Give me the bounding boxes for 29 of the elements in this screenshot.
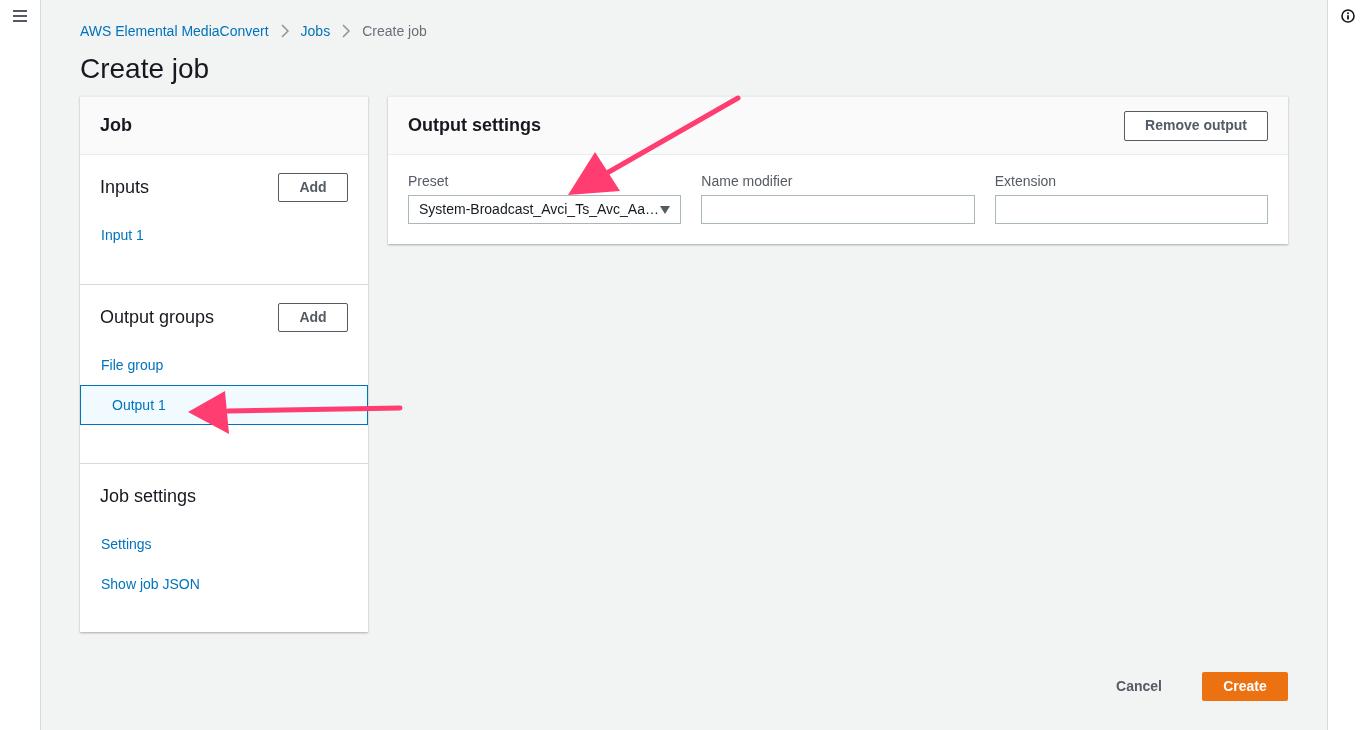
nav-link[interactable]: Input 1 [80, 215, 368, 255]
panel-title: Output settings [408, 114, 541, 137]
nav-link[interactable]: Show job JSON [80, 564, 368, 604]
cancel-button[interactable]: Cancel [1096, 672, 1182, 701]
text-field[interactable] [701, 195, 975, 224]
panel-title: Job [100, 114, 132, 137]
chevron-icon [342, 24, 351, 38]
breadcrumb-link[interactable]: AWS Elemental MediaConvert [80, 20, 269, 42]
section-title: Job settings [100, 485, 197, 508]
menu-icon[interactable] [13, 10, 27, 22]
add-button[interactable]: Add [278, 303, 348, 332]
field-label: Name modifier [701, 173, 794, 189]
breadcrumb-link[interactable]: Jobs [300, 20, 331, 42]
remove-output-button[interactable]: Remove output [1124, 110, 1268, 141]
nav-link[interactable]: File group [80, 345, 368, 385]
field-label: Extension [994, 173, 1058, 189]
field-label: Preset [408, 173, 450, 189]
chevron-icon [280, 24, 289, 38]
info-icon[interactable] [1341, 9, 1355, 23]
section-title: Output groups [100, 306, 215, 329]
page-title: Create job [80, 52, 211, 86]
add-button[interactable]: Add [278, 173, 348, 202]
create-button[interactable]: Create [1202, 672, 1288, 701]
section-title: Inputs [100, 176, 150, 199]
caret-icon [660, 205, 671, 214]
current-page-label: Create job [362, 21, 427, 41]
preset-dropdown[interactable]: System-Broadcast_Avci_Ts_Avc_Aa… [408, 195, 682, 224]
text-field[interactable] [994, 195, 1268, 224]
nav-link[interactable]: Settings [80, 524, 368, 564]
